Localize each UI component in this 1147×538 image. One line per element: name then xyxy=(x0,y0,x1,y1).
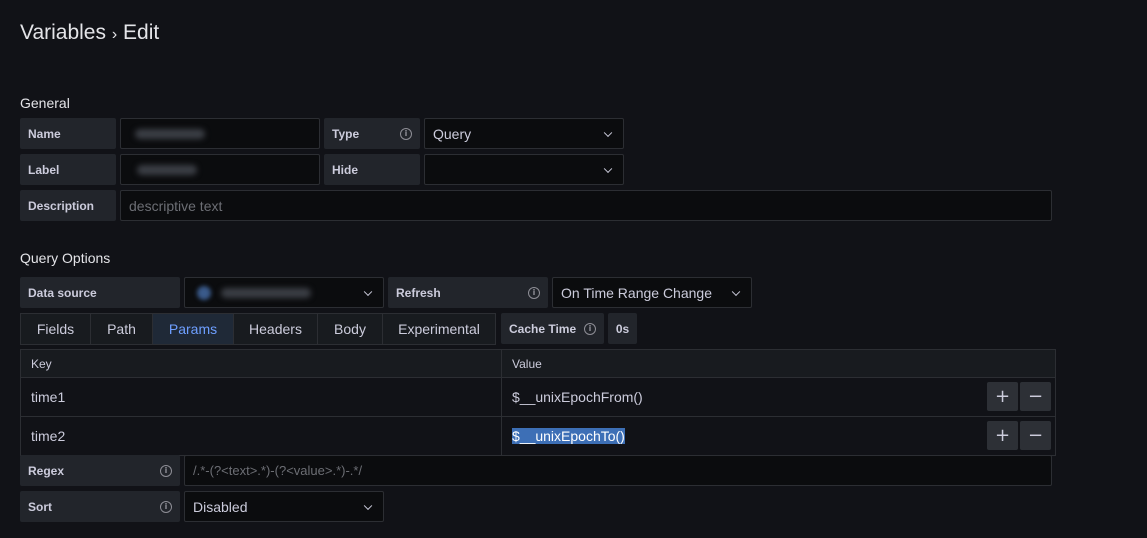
query-options-heading: Query Options xyxy=(20,250,111,266)
param-value-text-selected: $__unixEpochTo() xyxy=(512,428,625,444)
remove-row-button[interactable]: − xyxy=(1020,382,1051,411)
blurred-label xyxy=(137,164,197,175)
hide-label: Hide xyxy=(324,154,420,185)
chevron-down-icon xyxy=(603,128,613,137)
blurred-datasource xyxy=(221,287,311,298)
type-label: Type i xyxy=(324,118,420,149)
info-icon[interactable]: i xyxy=(584,322,596,335)
general-heading: General xyxy=(20,95,70,111)
info-icon[interactable]: i xyxy=(528,286,540,299)
name-input[interactable] xyxy=(120,118,320,149)
cache-time-value[interactable]: 0s xyxy=(608,313,637,344)
regex-label: Regex i xyxy=(20,455,180,486)
name-label: Name xyxy=(20,118,116,149)
param-value-input[interactable]: $__unixEpochFrom() + − xyxy=(502,378,1055,416)
tab-fields[interactable]: Fields xyxy=(20,313,90,345)
chevron-down-icon xyxy=(603,164,613,173)
table-header: Key Value xyxy=(21,350,1055,377)
label-label: Label xyxy=(20,154,116,185)
param-key-input[interactable]: time1 xyxy=(21,378,502,416)
tab-path[interactable]: Path xyxy=(90,313,152,345)
column-header-value: Value xyxy=(512,356,542,371)
breadcrumb-variables: Variables xyxy=(20,21,106,44)
cache-time-label: Cache Time i xyxy=(501,313,604,344)
chevron-down-icon xyxy=(731,287,741,296)
description-input[interactable]: descriptive text xyxy=(120,190,1052,221)
table-row: time1 $__unixEpochFrom() + − xyxy=(21,377,1055,416)
add-row-button[interactable]: + xyxy=(987,421,1018,450)
tab-body[interactable]: Body xyxy=(317,313,382,345)
param-key-input[interactable]: time2 xyxy=(21,417,502,455)
add-row-button[interactable]: + xyxy=(987,382,1018,411)
datasource-select[interactable] xyxy=(184,277,384,308)
tab-experimental[interactable]: Experimental xyxy=(382,313,496,345)
description-label: Description xyxy=(20,190,116,221)
info-icon[interactable]: i xyxy=(400,127,412,140)
chevron-down-icon xyxy=(363,501,373,510)
param-value-text: $__unixEpochFrom() xyxy=(512,389,643,405)
column-header-key: Key xyxy=(21,350,502,377)
breadcrumb-edit: Edit xyxy=(123,21,160,44)
breadcrumb-separator: › xyxy=(111,26,118,43)
label-input[interactable] xyxy=(120,154,320,185)
tab-headers[interactable]: Headers xyxy=(233,313,317,345)
type-select[interactable]: Query xyxy=(424,118,624,149)
query-tabs: Fields Path Params Headers Body Experime… xyxy=(20,313,496,345)
tab-params[interactable]: Params xyxy=(152,313,233,345)
sort-select[interactable]: Disabled xyxy=(184,491,384,522)
info-icon[interactable]: i xyxy=(160,464,172,477)
hide-select[interactable] xyxy=(424,154,624,185)
page-title: Variables › Edit xyxy=(20,21,159,45)
chevron-down-icon xyxy=(363,287,373,296)
params-table: Key Value time1 $__unixEpochFrom() + − t… xyxy=(20,349,1056,456)
param-value-input[interactable]: $__unixEpochTo() + − xyxy=(502,417,1055,455)
table-row: time2 $__unixEpochTo() + − xyxy=(21,416,1055,455)
regex-input[interactable]: /.*-(?<text>.*)-(?<value>.*)-.*/ xyxy=(184,455,1052,486)
datasource-label: Data source xyxy=(20,277,180,308)
blurred-name xyxy=(135,128,205,139)
remove-row-button[interactable]: − xyxy=(1020,421,1051,450)
refresh-label: Refresh i xyxy=(388,277,548,308)
info-icon[interactable]: i xyxy=(160,500,172,513)
sort-label: Sort i xyxy=(20,491,180,522)
datasource-icon xyxy=(197,285,211,300)
refresh-select[interactable]: On Time Range Change xyxy=(552,277,752,308)
